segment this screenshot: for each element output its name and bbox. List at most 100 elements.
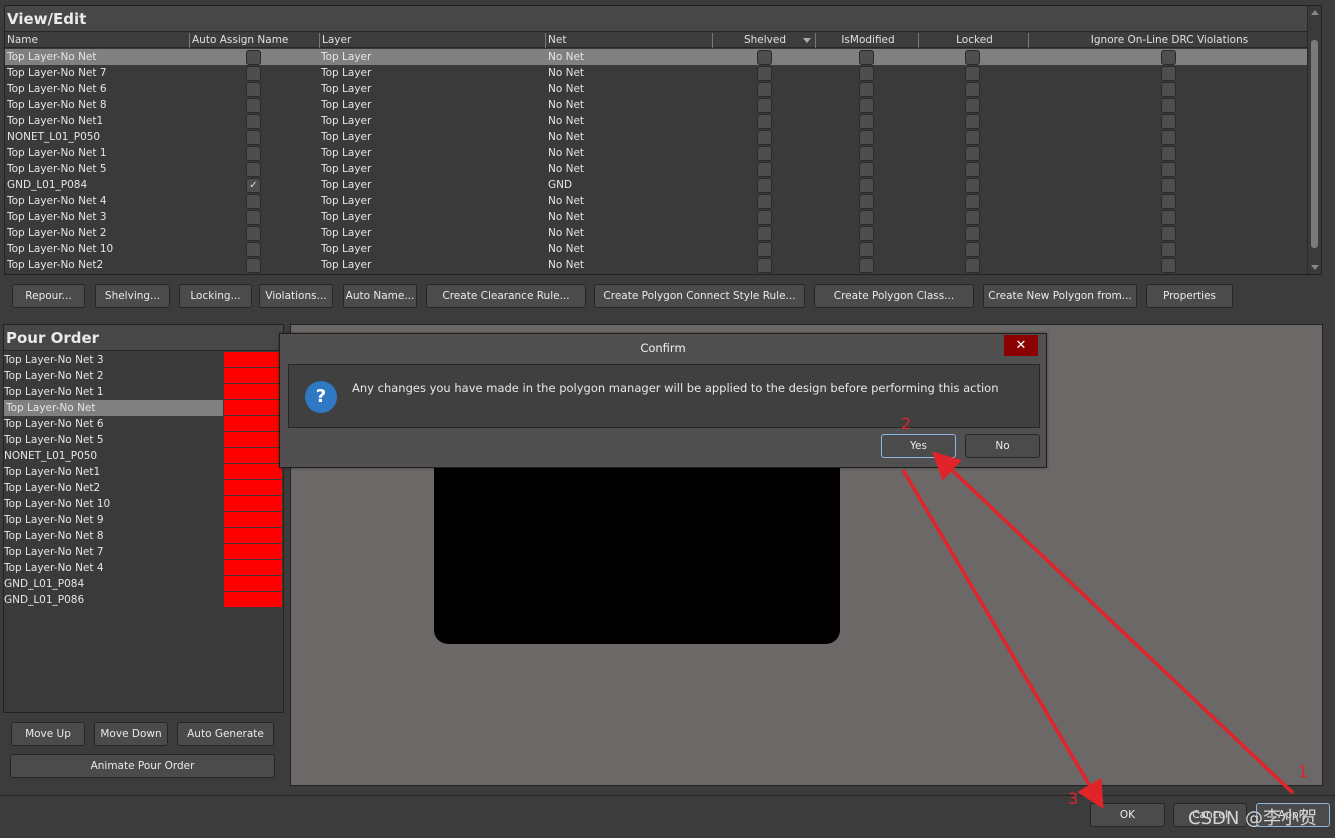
ismodified-checkbox[interactable]: [859, 210, 874, 225]
shelved-checkbox[interactable]: [757, 50, 772, 65]
locked-checkbox[interactable]: [965, 146, 980, 161]
pour-order-item[interactable]: GND_L01_P086: [4, 592, 283, 608]
auto-assign-checkbox[interactable]: [246, 226, 261, 241]
auto-assign-checkbox[interactable]: [246, 258, 261, 273]
column-header-locked[interactable]: Locked: [918, 33, 1028, 48]
shelved-checkbox[interactable]: [757, 98, 772, 113]
ismodified-checkbox[interactable]: [859, 242, 874, 257]
shelved-checkbox[interactable]: [757, 242, 772, 257]
vertical-scrollbar[interactable]: [1307, 6, 1321, 274]
pour-order-item[interactable]: Top Layer-No Net 9: [4, 512, 283, 528]
ignore-drc-checkbox[interactable]: [1161, 98, 1176, 113]
locked-checkbox[interactable]: [965, 194, 980, 209]
pour-order-item[interactable]: Top Layer-No Net 3: [4, 352, 283, 368]
table-row[interactable]: Top Layer-No Net 2 Top Layer No Net: [5, 225, 1308, 241]
cancel-button[interactable]: Cancel: [1173, 803, 1247, 827]
auto-assign-checkbox[interactable]: [246, 114, 261, 129]
ignore-drc-checkbox[interactable]: [1161, 194, 1176, 209]
shelving-button[interactable]: Shelving...: [95, 284, 170, 308]
locked-checkbox[interactable]: [965, 82, 980, 97]
locked-checkbox[interactable]: [965, 98, 980, 113]
ismodified-checkbox[interactable]: [859, 98, 874, 113]
column-header-ignore-drc[interactable]: Ignore On-Line DRC Violations: [1028, 33, 1308, 48]
shelved-checkbox[interactable]: [757, 226, 772, 241]
locked-checkbox[interactable]: [965, 162, 980, 177]
ismodified-checkbox[interactable]: [859, 146, 874, 161]
pour-order-item[interactable]: Top Layer-No Net 7: [4, 544, 283, 560]
scroll-up-icon[interactable]: [1311, 10, 1319, 15]
shelved-checkbox[interactable]: [757, 130, 772, 145]
shelved-checkbox[interactable]: [757, 146, 772, 161]
pour-order-item[interactable]: Top Layer-No Net 4: [4, 560, 283, 576]
table-row[interactable]: Top Layer-No Net 1 Top Layer No Net: [5, 145, 1308, 161]
locked-checkbox[interactable]: [965, 50, 980, 65]
pour-order-item[interactable]: Top Layer-No Net 1: [4, 384, 283, 400]
table-row[interactable]: NONET_L01_P050 Top Layer No Net: [5, 129, 1308, 145]
locked-checkbox[interactable]: [965, 210, 980, 225]
auto-assign-checkbox[interactable]: [246, 210, 261, 225]
auto-assign-checkbox[interactable]: ✓: [246, 178, 261, 193]
ismodified-checkbox[interactable]: [859, 130, 874, 145]
ismodified-checkbox[interactable]: [859, 194, 874, 209]
pour-order-item[interactable]: Top Layer-No Net 6: [4, 416, 283, 432]
move-down-button[interactable]: Move Down: [94, 722, 168, 746]
column-header-layer[interactable]: Layer: [319, 33, 545, 48]
ignore-drc-checkbox[interactable]: [1161, 146, 1176, 161]
pour-order-item[interactable]: Top Layer-No Net 8: [4, 528, 283, 544]
locked-checkbox[interactable]: [965, 226, 980, 241]
column-header-name[interactable]: Name: [7, 33, 189, 48]
auto-assign-checkbox[interactable]: [246, 50, 261, 65]
ignore-drc-checkbox[interactable]: [1161, 114, 1176, 129]
auto-generate-button[interactable]: Auto Generate: [177, 722, 274, 746]
create-polygon-class-button[interactable]: Create Polygon Class...: [814, 284, 974, 308]
ismodified-checkbox[interactable]: [859, 226, 874, 241]
locked-checkbox[interactable]: [965, 178, 980, 193]
pour-order-item[interactable]: GND_L01_P084: [4, 576, 283, 592]
move-up-button[interactable]: Move Up: [11, 722, 85, 746]
column-header-shelved[interactable]: Shelved: [712, 33, 815, 48]
table-row[interactable]: Top Layer-No Net 7 Top Layer No Net: [5, 65, 1308, 81]
locking-button[interactable]: Locking...: [179, 284, 252, 308]
auto-name-button[interactable]: Auto Name...: [343, 284, 417, 308]
pour-order-item[interactable]: Top Layer-No Net: [4, 400, 283, 416]
auto-assign-checkbox[interactable]: [246, 130, 261, 145]
shelved-checkbox[interactable]: [757, 258, 772, 273]
scroll-down-icon[interactable]: [1311, 265, 1319, 270]
create-clearance-rule-button[interactable]: Create Clearance Rule...: [426, 284, 586, 308]
pour-order-item[interactable]: Top Layer-No Net 5: [4, 432, 283, 448]
ok-button[interactable]: OK: [1090, 803, 1165, 827]
pour-order-item[interactable]: NONET_L01_P050: [4, 448, 283, 464]
shelved-checkbox[interactable]: [757, 82, 772, 97]
create-polygon-connect-style-rule-button[interactable]: Create Polygon Connect Style Rule...: [594, 284, 805, 308]
ismodified-checkbox[interactable]: [859, 162, 874, 177]
shelved-checkbox[interactable]: [757, 66, 772, 81]
ismodified-checkbox[interactable]: [859, 66, 874, 81]
auto-assign-checkbox[interactable]: [246, 146, 261, 161]
table-row[interactable]: Top Layer-No Net 8 Top Layer No Net: [5, 97, 1308, 113]
ignore-drc-checkbox[interactable]: [1161, 242, 1176, 257]
no-button[interactable]: No: [965, 434, 1040, 458]
pour-order-item[interactable]: Top Layer-No Net 10: [4, 496, 283, 512]
ismodified-checkbox[interactable]: [859, 258, 874, 273]
table-row[interactable]: Top Layer-No Net 6 Top Layer No Net: [5, 81, 1308, 97]
ignore-drc-checkbox[interactable]: [1161, 50, 1176, 65]
auto-assign-checkbox[interactable]: [246, 66, 261, 81]
ignore-drc-checkbox[interactable]: [1161, 178, 1176, 193]
locked-checkbox[interactable]: [965, 114, 980, 129]
shelved-checkbox[interactable]: [757, 194, 772, 209]
table-row[interactable]: Top Layer-No Net 3 Top Layer No Net: [5, 209, 1308, 225]
locked-checkbox[interactable]: [965, 130, 980, 145]
table-row[interactable]: Top Layer-No Net 5 Top Layer No Net: [5, 161, 1308, 177]
violations-button[interactable]: Violations...: [259, 284, 333, 308]
properties-button[interactable]: Properties: [1146, 284, 1233, 308]
auto-assign-checkbox[interactable]: [246, 98, 261, 113]
auto-assign-checkbox[interactable]: [246, 82, 261, 97]
auto-assign-checkbox[interactable]: [246, 242, 261, 257]
ignore-drc-checkbox[interactable]: [1161, 66, 1176, 81]
table-row[interactable]: Top Layer-No Net 10 Top Layer No Net: [5, 241, 1308, 257]
ismodified-checkbox[interactable]: [859, 178, 874, 193]
ignore-drc-checkbox[interactable]: [1161, 162, 1176, 177]
table-row[interactable]: Top Layer-No Net1 Top Layer No Net: [5, 113, 1308, 129]
auto-assign-checkbox[interactable]: [246, 162, 261, 177]
pour-order-item[interactable]: Top Layer-No Net 2: [4, 368, 283, 384]
